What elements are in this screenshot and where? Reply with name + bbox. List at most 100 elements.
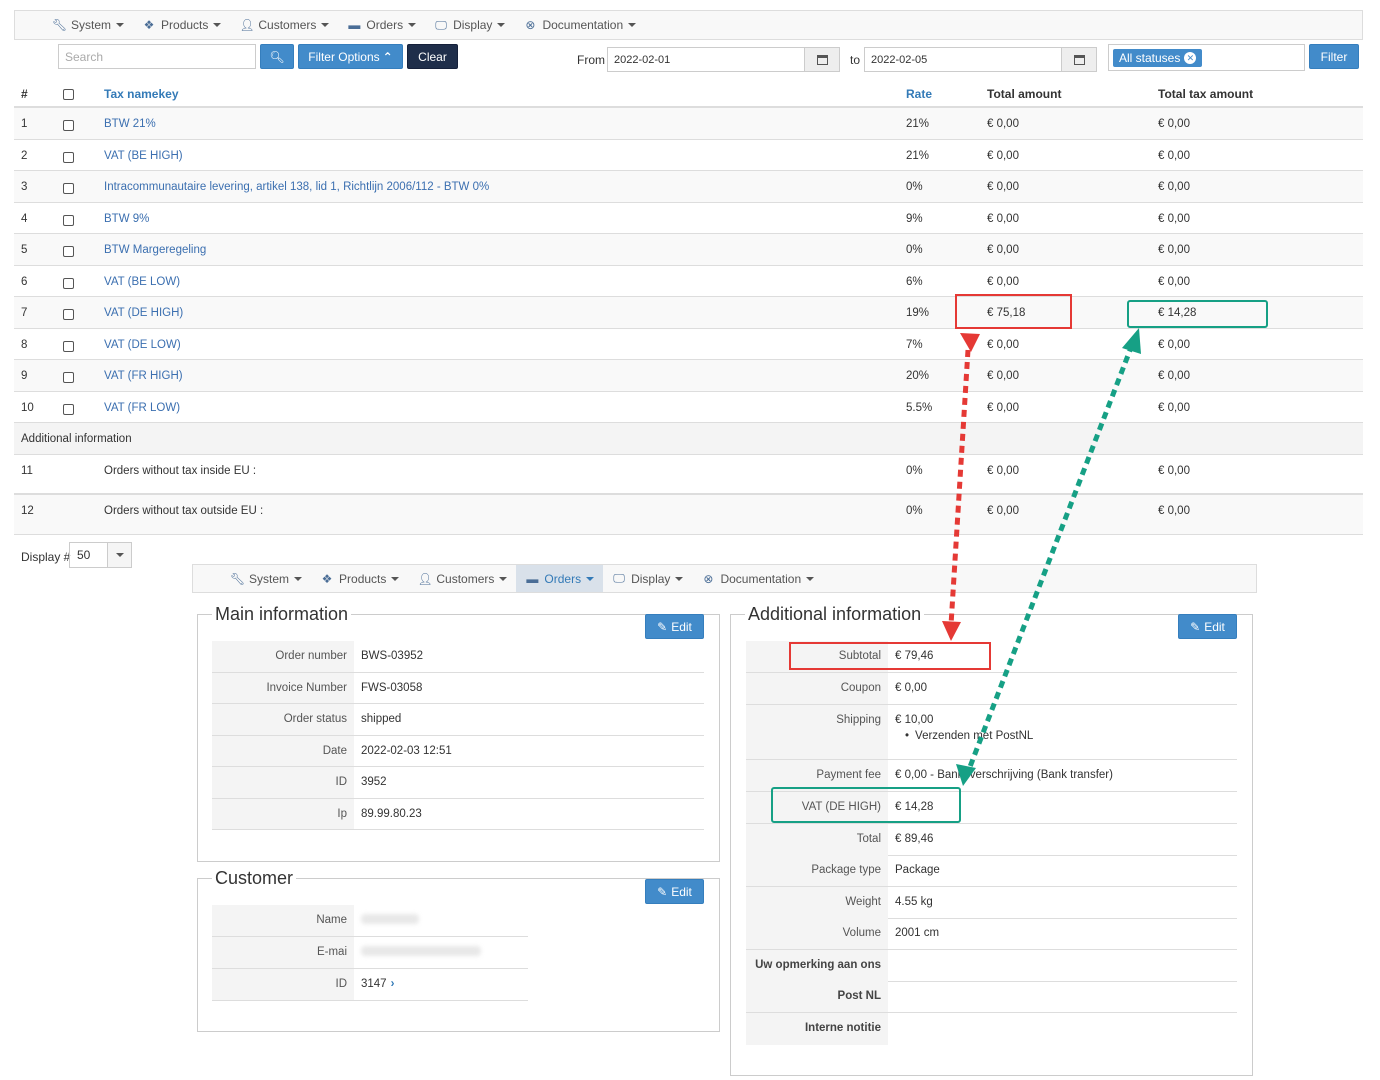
main-info-label: Order number — [212, 641, 354, 672]
row-tax: € 0,00 — [1158, 505, 1190, 517]
tax-namekey-link[interactable]: BTW 9% — [104, 213, 149, 225]
caret-down-icon — [499, 576, 508, 581]
table-row: 6 VAT (BE LOW) 6% € 0,00 € 0,00 — [14, 266, 1363, 297]
row-total: € 0,00 — [987, 370, 1019, 382]
filter-button[interactable]: Filter — [1309, 44, 1359, 69]
nav-customers[interactable]: 👤︎ Customers — [230, 11, 338, 39]
display-count-select[interactable]: 50 — [69, 542, 132, 568]
display-count-dropdown[interactable] — [107, 543, 131, 567]
nav-display[interactable]: 🖵︎ Display — [425, 11, 514, 39]
nav-display[interactable]: 🖵︎ Display — [603, 565, 692, 592]
from-calendar-button[interactable] — [804, 47, 840, 72]
nav-products[interactable]: ❖ Products — [133, 11, 230, 39]
nav-documentation[interactable]: ⊗ Documentation — [692, 565, 823, 592]
row-rate: 0% — [906, 181, 923, 193]
edit-customer-button[interactable]: ✎ Edit — [645, 879, 704, 904]
tax-namekey-link[interactable]: VAT (FR HIGH) — [104, 370, 183, 382]
row-checkbox[interactable] — [63, 372, 74, 383]
tax-namekey-link[interactable]: VAT (DE LOW) — [104, 339, 181, 351]
highlight-total-tax — [1127, 300, 1268, 328]
wrench-icon: 🔧︎ — [230, 571, 246, 586]
monitor-icon: 🖵︎ — [613, 571, 625, 585]
row-total: € 0,00 — [987, 212, 1019, 225]
row-total: € 0,00 — [987, 181, 1019, 193]
nav-system[interactable]: 🔧︎ System — [221, 565, 311, 592]
to-calendar-button[interactable] — [1061, 47, 1097, 72]
coupon-value: € 0,00 — [895, 682, 927, 694]
status-select[interactable]: All statuses ✕ — [1108, 44, 1305, 71]
caret-down-icon — [116, 23, 125, 27]
shipping-value: € 10,00 — [895, 714, 934, 726]
tax-namekey-link[interactable]: BTW 21% — [104, 118, 156, 130]
payment-fee-label: Payment fee — [746, 760, 888, 791]
col-total-tax-amount: Total tax amount — [1158, 87, 1254, 101]
tax-namekey-link[interactable]: Intracommunautaire levering, artikel 138… — [104, 181, 489, 193]
tax-namekey-link[interactable]: BTW Margeregeling — [104, 244, 206, 256]
row-rate: 9% — [906, 212, 923, 225]
row-total: € 0,00 — [987, 401, 1019, 414]
pencil-icon: ✎ — [657, 884, 668, 899]
highlight-vat — [771, 787, 961, 823]
row-checkbox[interactable] — [63, 246, 74, 257]
nav-system[interactable]: 🔧︎ System — [43, 11, 133, 39]
search-input[interactable]: Search — [58, 44, 256, 69]
col-rate[interactable]: Rate — [906, 87, 932, 101]
nav-orders-active[interactable]: ▬ Orders — [516, 565, 604, 592]
from-date-input[interactable]: 2022-02-01 — [607, 47, 805, 72]
caret-down-icon — [321, 23, 330, 27]
select-all-checkbox[interactable] — [63, 89, 74, 100]
row-number: 7 — [21, 307, 28, 319]
edit-main-info-button[interactable]: ✎ Edit — [645, 614, 704, 639]
main-info-value: shipped — [361, 713, 402, 725]
row-tax: € 0,00 — [1158, 118, 1190, 130]
row-checkbox[interactable] — [63, 120, 74, 131]
row-total: € 0,00 — [987, 338, 1019, 351]
weight-value: 4.55 kg — [895, 896, 933, 908]
total-row: Total € 89,46 — [746, 824, 1237, 856]
row-tax: € 0,00 — [1158, 212, 1190, 225]
row-checkbox[interactable] — [63, 277, 74, 289]
search-icon: 🔍︎ — [269, 49, 285, 64]
row-tax: € 0,00 — [1158, 149, 1190, 162]
volume-label: Volume — [746, 918, 888, 949]
display-count-value: 50 — [77, 548, 91, 562]
col-tax-namekey[interactable]: Tax namekey — [104, 87, 179, 101]
row-rate: 21% — [906, 149, 930, 162]
status-tag[interactable]: All statuses ✕ — [1113, 49, 1203, 67]
postnl-label: Post NL — [746, 981, 888, 1012]
clear-button[interactable]: Clear — [407, 44, 458, 69]
row-checkbox[interactable] — [63, 183, 74, 194]
tax-namekey-link[interactable]: VAT (BE LOW) — [104, 276, 180, 288]
row-number: 12 — [21, 505, 34, 517]
tax-namekey-link[interactable]: VAT (BE HIGH) — [104, 150, 183, 162]
nav-orders[interactable]: ▬ Orders — [338, 11, 425, 39]
pencil-icon: ✎ — [657, 619, 668, 634]
nav-products[interactable]: ❖ Products — [311, 565, 408, 592]
remove-tag-icon[interactable]: ✕ — [1184, 52, 1197, 64]
row-total: € 0,00 — [987, 149, 1019, 162]
customer-id-value: 3147 › — [361, 978, 395, 990]
row-tax: € 0,00 — [1158, 338, 1190, 351]
credit-card-icon: ▬ — [348, 18, 361, 32]
filter-options-button[interactable]: Filter Options ⌃ — [298, 44, 403, 69]
edit-additional-info-button[interactable]: ✎ Edit — [1178, 614, 1237, 639]
tax-namekey-link[interactable]: VAT (FR LOW) — [104, 402, 180, 414]
chevron-right-icon[interactable]: › — [391, 978, 395, 990]
row-checkbox[interactable] — [63, 214, 74, 226]
nav-documentation[interactable]: ⊗ Documentation — [514, 11, 645, 39]
to-date-input[interactable]: 2022-02-05 — [864, 47, 1062, 72]
tax-namekey-link[interactable]: VAT (DE HIGH) — [104, 307, 183, 319]
row-checkbox[interactable] — [63, 403, 74, 415]
nav-customers[interactable]: 👤︎ Customers — [408, 565, 516, 592]
row-checkbox[interactable] — [63, 151, 74, 163]
row-checkbox[interactable] — [63, 309, 74, 320]
caret-down-icon — [586, 576, 595, 581]
row-rate: 19% — [906, 307, 930, 319]
caret-down-icon — [213, 23, 222, 27]
display-label: Display # — [21, 550, 71, 564]
row-tax: € 0,00 — [1158, 465, 1190, 477]
row-checkbox[interactable] — [63, 340, 74, 352]
search-button[interactable]: 🔍︎ — [260, 44, 294, 69]
additional-info-label: Additional information — [21, 433, 132, 445]
internal-note-row: Interne notitie — [746, 1013, 1237, 1045]
